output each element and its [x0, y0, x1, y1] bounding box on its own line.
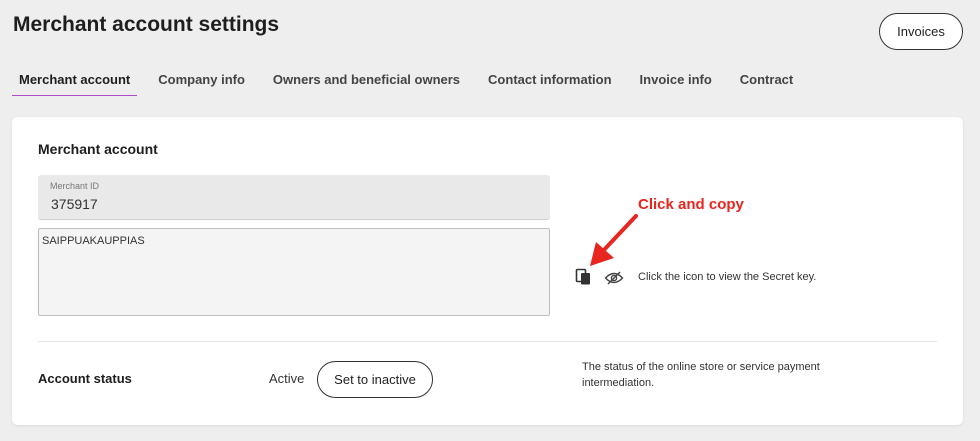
copy-icon[interactable] [575, 268, 593, 286]
account-status-description: The status of the online store or servic… [582, 361, 820, 389]
secret-key-hint: Click the icon to view the Secret key. [638, 271, 817, 283]
divider [38, 341, 937, 342]
secret-key-field[interactable]: SAIPPUAKAUPPIAS [38, 228, 550, 316]
account-status-value: Active [269, 371, 305, 386]
account-status-label: Account status [38, 371, 132, 386]
annotation-text: Click and copy [638, 196, 744, 213]
section-title: Merchant account [38, 141, 158, 157]
tab-contact-information[interactable]: Contact information [481, 68, 619, 96]
set-inactive-button[interactable]: Set to inactive [317, 361, 433, 398]
eye-slash-icon[interactable] [604, 271, 624, 285]
invoices-button[interactable]: Invoices [879, 13, 963, 50]
merchant-account-card: Merchant account Merchant ID 375917 SAIP… [12, 117, 963, 425]
merchant-id-field: Merchant ID 375917 [38, 175, 550, 220]
page-title: Merchant account settings [13, 13, 280, 36]
tab-invoice-info[interactable]: Invoice info [633, 68, 719, 96]
tab-bar: Merchant account Company info Owners and… [12, 68, 814, 96]
merchant-id-label: Merchant ID [50, 181, 100, 191]
annotation-arrow-icon [590, 214, 638, 266]
tab-merchant-account[interactable]: Merchant account [12, 68, 138, 96]
merchant-id-value: 375917 [51, 196, 98, 212]
tab-contract[interactable]: Contract [733, 68, 800, 96]
tab-company-info[interactable]: Company info [151, 68, 252, 96]
tab-owners[interactable]: Owners and beneficial owners [266, 68, 467, 96]
